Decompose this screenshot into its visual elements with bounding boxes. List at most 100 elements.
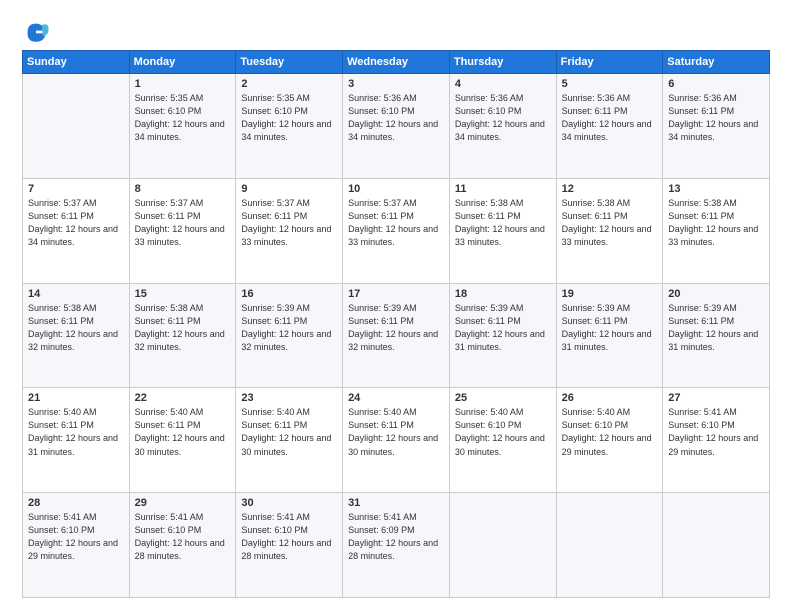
day-info: Sunrise: 5:38 AMSunset: 6:11 PMDaylight:… — [28, 302, 124, 354]
calendar-cell: 1 Sunrise: 5:35 AMSunset: 6:10 PMDaylight… — [129, 74, 236, 179]
day-number: 6 — [668, 78, 764, 90]
calendar-cell — [663, 493, 770, 598]
day-info: Sunrise: 5:39 AMSunset: 6:11 PMDaylight:… — [562, 302, 658, 354]
calendar-week-row: 28 Sunrise: 5:41 AMSunset: 6:10 PMDayligh… — [23, 493, 770, 598]
day-number: 5 — [562, 78, 658, 90]
day-info: Sunrise: 5:40 AMSunset: 6:10 PMDaylight:… — [455, 406, 551, 458]
day-info: Sunrise: 5:36 AMSunset: 6:10 PMDaylight:… — [348, 92, 444, 144]
calendar-cell: 23Sunrise: 5:40 AMSunset: 6:11 PMDayligh… — [236, 388, 343, 493]
day-number: 26 — [562, 392, 658, 404]
calendar-cell — [449, 493, 556, 598]
calendar-cell: 29Sunrise: 5:41 AMSunset: 6:10 PMDayligh… — [129, 493, 236, 598]
calendar-cell — [23, 74, 130, 179]
day-info: Sunrise: 5:36 AMSunset: 6:11 PMDaylight:… — [668, 92, 764, 144]
calendar-cell: 12 Sunrise: 5:38 AMSunset: 6:11 PMDayligh… — [556, 178, 663, 283]
day-number: 11 — [455, 183, 551, 195]
calendar-cell: 17 Sunrise: 5:39 AMSunset: 6:11 PMDayligh… — [343, 283, 450, 388]
day-number: 8 — [135, 183, 231, 195]
calendar-cell — [556, 493, 663, 598]
day-number: 14 — [28, 288, 124, 300]
day-info: Sunrise: 5:39 AMSunset: 6:11 PMDaylight:… — [348, 302, 444, 354]
day-info: Sunrise: 5:35 AMSunset: 6:10 PMDaylight:… — [135, 92, 231, 144]
calendar-cell: 13 Sunrise: 5:38 AMSunset: 6:11 PMDayligh… — [663, 178, 770, 283]
calendar-cell: 9 Sunrise: 5:37 AMSunset: 6:11 PMDaylight… — [236, 178, 343, 283]
day-info: Sunrise: 5:41 AMSunset: 6:10 PMDaylight:… — [135, 511, 231, 563]
day-number: 25 — [455, 392, 551, 404]
day-info: Sunrise: 5:41 AMSunset: 6:10 PMDaylight:… — [668, 406, 764, 458]
day-header-friday: Friday — [556, 51, 663, 74]
day-number: 28 — [28, 497, 124, 509]
day-info: Sunrise: 5:41 AMSunset: 6:10 PMDaylight:… — [28, 511, 124, 563]
calendar-cell: 10Sunrise: 5:37 AMSunset: 6:11 PMDayligh… — [343, 178, 450, 283]
day-info: Sunrise: 5:40 AMSunset: 6:10 PMDaylight:… — [562, 406, 658, 458]
day-number: 31 — [348, 497, 444, 509]
day-info: Sunrise: 5:38 AMSunset: 6:11 PMDaylight:… — [455, 197, 551, 249]
day-header-sunday: Sunday — [23, 51, 130, 74]
day-info: Sunrise: 5:38 AMSunset: 6:11 PMDaylight:… — [668, 197, 764, 249]
calendar-cell: 27 Sunrise: 5:41 AMSunset: 6:10 PMDayligh… — [663, 388, 770, 493]
day-info: Sunrise: 5:36 AMSunset: 6:10 PMDaylight:… — [455, 92, 551, 144]
calendar-cell: 20 Sunrise: 5:39 AMSunset: 6:11 PMDayligh… — [663, 283, 770, 388]
day-number: 15 — [135, 288, 231, 300]
day-number: 4 — [455, 78, 551, 90]
day-info: Sunrise: 5:39 AMSunset: 6:11 PMDaylight:… — [455, 302, 551, 354]
day-info: Sunrise: 5:37 AMSunset: 6:11 PMDaylight:… — [241, 197, 337, 249]
day-header-wednesday: Wednesday — [343, 51, 450, 74]
calendar-cell: 11 Sunrise: 5:38 AMSunset: 6:11 PMDayligh… — [449, 178, 556, 283]
day-info: Sunrise: 5:36 AMSunset: 6:11 PMDaylight:… — [562, 92, 658, 144]
day-info: Sunrise: 5:38 AMSunset: 6:11 PMDaylight:… — [562, 197, 658, 249]
calendar-cell: 2 Sunrise: 5:35 AMSunset: 6:10 PMDaylight… — [236, 74, 343, 179]
calendar-cell: 26 Sunrise: 5:40 AMSunset: 6:10 PMDayligh… — [556, 388, 663, 493]
day-number: 19 — [562, 288, 658, 300]
day-number: 27 — [668, 392, 764, 404]
day-info: Sunrise: 5:39 AMSunset: 6:11 PMDaylight:… — [668, 302, 764, 354]
day-info: Sunrise: 5:37 AMSunset: 6:11 PMDaylight:… — [135, 197, 231, 249]
calendar-cell: 28 Sunrise: 5:41 AMSunset: 6:10 PMDayligh… — [23, 493, 130, 598]
logo — [22, 18, 54, 46]
day-info: Sunrise: 5:37 AMSunset: 6:11 PMDaylight:… — [348, 197, 444, 249]
calendar-table: SundayMondayTuesdayWednesdayThursdayFrid… — [22, 50, 770, 598]
calendar-week-row: 14 Sunrise: 5:38 AMSunset: 6:11 PMDayligh… — [23, 283, 770, 388]
day-number: 12 — [562, 183, 658, 195]
calendar-week-row: 7 Sunrise: 5:37 AMSunset: 6:11 PMDaylight… — [23, 178, 770, 283]
calendar-cell: 18 Sunrise: 5:39 AMSunset: 6:11 PMDayligh… — [449, 283, 556, 388]
calendar-cell: 25 Sunrise: 5:40 AMSunset: 6:10 PMDayligh… — [449, 388, 556, 493]
logo-icon — [22, 18, 50, 46]
day-info: Sunrise: 5:39 AMSunset: 6:11 PMDaylight:… — [241, 302, 337, 354]
day-number: 18 — [455, 288, 551, 300]
day-number: 17 — [348, 288, 444, 300]
day-header-saturday: Saturday — [663, 51, 770, 74]
day-number: 16 — [241, 288, 337, 300]
day-info: Sunrise: 5:40 AMSunset: 6:11 PMDaylight:… — [135, 406, 231, 458]
day-info: Sunrise: 5:40 AMSunset: 6:11 PMDaylight:… — [241, 406, 337, 458]
day-number: 2 — [241, 78, 337, 90]
calendar-week-row: 1 Sunrise: 5:35 AMSunset: 6:10 PMDaylight… — [23, 74, 770, 179]
calendar-cell: 7 Sunrise: 5:37 AMSunset: 6:11 PMDaylight… — [23, 178, 130, 283]
day-number: 20 — [668, 288, 764, 300]
day-number: 7 — [28, 183, 124, 195]
calendar-cell: 16 Sunrise: 5:39 AMSunset: 6:11 PMDayligh… — [236, 283, 343, 388]
calendar-cell: 4 Sunrise: 5:36 AMSunset: 6:10 PMDaylight… — [449, 74, 556, 179]
day-header-monday: Monday — [129, 51, 236, 74]
day-number: 3 — [348, 78, 444, 90]
page: SundayMondayTuesdayWednesdayThursdayFrid… — [0, 0, 792, 612]
calendar-cell: 30 Sunrise: 5:41 AMSunset: 6:10 PMDayligh… — [236, 493, 343, 598]
calendar-cell: 5 Sunrise: 5:36 AMSunset: 6:11 PMDaylight… — [556, 74, 663, 179]
calendar-cell: 6 Sunrise: 5:36 AMSunset: 6:11 PMDaylight… — [663, 74, 770, 179]
day-header-tuesday: Tuesday — [236, 51, 343, 74]
day-info: Sunrise: 5:35 AMSunset: 6:10 PMDaylight:… — [241, 92, 337, 144]
day-info: Sunrise: 5:37 AMSunset: 6:11 PMDaylight:… — [28, 197, 124, 249]
calendar-cell: 8 Sunrise: 5:37 AMSunset: 6:11 PMDaylight… — [129, 178, 236, 283]
day-number: 21 — [28, 392, 124, 404]
day-number: 24 — [348, 392, 444, 404]
day-info: Sunrise: 5:41 AMSunset: 6:10 PMDaylight:… — [241, 511, 337, 563]
calendar-cell: 15Sunrise: 5:38 AMSunset: 6:11 PMDayligh… — [129, 283, 236, 388]
day-number: 30 — [241, 497, 337, 509]
calendar-cell: 19 Sunrise: 5:39 AMSunset: 6:11 PMDayligh… — [556, 283, 663, 388]
day-number: 1 — [135, 78, 231, 90]
day-number: 9 — [241, 183, 337, 195]
calendar-cell: 21Sunrise: 5:40 AMSunset: 6:11 PMDayligh… — [23, 388, 130, 493]
calendar-cell: 31Sunrise: 5:41 AMSunset: 6:09 PMDayligh… — [343, 493, 450, 598]
day-info: Sunrise: 5:40 AMSunset: 6:11 PMDaylight:… — [348, 406, 444, 458]
day-number: 13 — [668, 183, 764, 195]
